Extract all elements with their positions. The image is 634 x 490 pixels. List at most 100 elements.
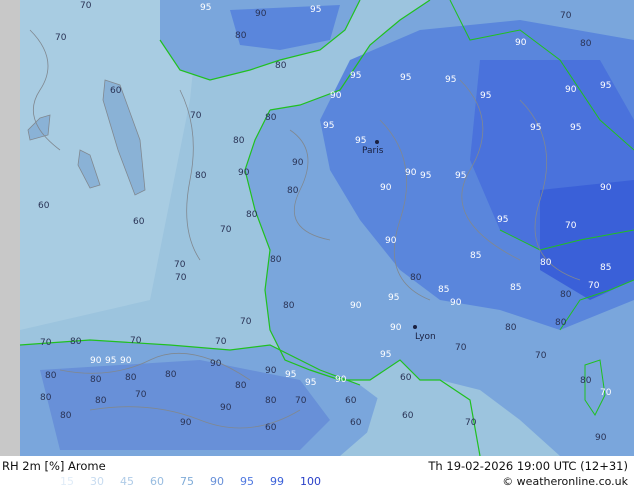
contour-label: 70: [80, 1, 92, 11]
contour-label: 70: [240, 317, 252, 327]
contour-label: 95: [380, 350, 391, 360]
contour-label: 80: [70, 337, 82, 347]
contour-label: 90: [220, 403, 232, 413]
contour-label: 80: [165, 370, 177, 380]
contour-label: 80: [95, 396, 107, 406]
contour-label: 80: [45, 371, 57, 381]
contour-label: 70: [55, 33, 67, 43]
contour-label: 70: [220, 225, 232, 235]
contour-label: 95: [305, 378, 316, 388]
contour-label: 85: [470, 251, 481, 261]
contour-label: 70: [535, 351, 547, 361]
legend-item: 100: [300, 475, 321, 488]
color-legend: 15 30 45 60 75 90 95 99 100: [60, 475, 330, 488]
contour-label: 60: [400, 373, 412, 383]
contour-label: 90: [330, 91, 342, 101]
contour-label: 80: [235, 31, 247, 41]
contour-label: 80: [60, 411, 72, 421]
contour-label: 60: [38, 201, 50, 211]
contour-label: 80: [246, 210, 258, 220]
contour-label: 60: [265, 423, 277, 433]
contour-label: 80: [195, 171, 207, 181]
contour-label: 85: [438, 285, 449, 295]
source-credit: © weatheronline.co.uk: [502, 475, 628, 488]
contour-label: 60: [402, 411, 414, 421]
contour-label: 70: [175, 273, 187, 283]
contour-label: 70: [295, 396, 307, 406]
contour-label: 80: [125, 373, 137, 383]
contour-label: 70: [560, 11, 572, 21]
contour-label: 95: [323, 121, 334, 131]
contour-label: 90: [180, 418, 192, 428]
contour-label: 90: [120, 356, 132, 366]
map-canvas: Paris Lyon 70 60 60 60 70 70 70 70 70 95…: [0, 0, 634, 456]
contour-label: 95: [497, 215, 508, 225]
contour-label: 90: [335, 375, 347, 385]
contour-label: 90: [565, 85, 577, 95]
contour-label: 95: [445, 75, 456, 85]
contour-label: 60: [133, 217, 145, 227]
contour-label: 70: [588, 281, 600, 291]
contour-label: 85: [600, 263, 611, 273]
map-footer: RH 2m [%] Arome Th 19-02-2026 19:00 UTC …: [0, 456, 634, 490]
contour-label: 80: [540, 258, 552, 268]
contour-label: 90: [265, 366, 277, 376]
contour-label: 80: [275, 61, 287, 71]
contour-label: 95: [530, 123, 541, 133]
legend-item: 95: [240, 475, 254, 488]
contour-label: 95: [355, 136, 366, 146]
legend-item: 90: [210, 475, 224, 488]
contour-label: 80: [505, 323, 517, 333]
paris-label: Paris: [362, 146, 384, 156]
contour-label: 90: [350, 301, 362, 311]
contour-label: 80: [555, 318, 567, 328]
contour-label: 70: [215, 337, 227, 347]
contour-label: 70: [565, 221, 577, 231]
contour-label: 80: [580, 376, 592, 386]
contour-label: 90: [595, 433, 607, 443]
contour-label: 80: [40, 393, 52, 403]
contour-label: 90: [292, 158, 304, 168]
contour-label: 80: [265, 113, 277, 123]
contour-label: 95: [105, 356, 116, 366]
contour-label: 70: [174, 260, 186, 270]
legend-item: 45: [120, 475, 134, 488]
contour-label: 80: [410, 273, 422, 283]
contour-label: 90: [90, 356, 102, 366]
contour-label: 90: [380, 183, 392, 193]
contour-label: 90: [515, 38, 527, 48]
contour-label: 80: [90, 375, 102, 385]
legend-item: 99: [270, 475, 284, 488]
contour-label: 95: [350, 71, 361, 81]
contour-label: 70: [190, 111, 202, 121]
contour-label: 80: [270, 255, 282, 265]
lyon-label: Lyon: [415, 332, 436, 342]
contour-label: 95: [600, 81, 611, 91]
contour-label: 80: [265, 396, 277, 406]
legend-item: 30: [90, 475, 104, 488]
contour-label: 70: [465, 418, 477, 428]
legend-item: 60: [150, 475, 164, 488]
valid-datetime: Th 19-02-2026 19:00 UTC (12+31): [428, 459, 628, 473]
contour-label: 90: [390, 323, 402, 333]
contour-label: 80: [287, 186, 299, 196]
contour-label: 70: [455, 343, 467, 353]
contour-label: 70: [40, 338, 52, 348]
contour-label: 90: [210, 359, 222, 369]
legend-item: 15: [60, 475, 74, 488]
contour-label: 95: [310, 5, 321, 15]
contour-label: 60: [345, 396, 357, 406]
lyon-marker: [413, 325, 417, 329]
contour-label: 80: [283, 301, 295, 311]
contour-label: 60: [350, 418, 362, 428]
contour-label: 90: [600, 183, 612, 193]
contour-label: 70: [600, 388, 612, 398]
contour-label: 80: [235, 381, 247, 391]
contour-label: 90: [450, 298, 462, 308]
contour-label: 70: [130, 336, 142, 346]
contour-label: 90: [385, 236, 397, 246]
contour-label: 95: [285, 370, 296, 380]
contour-label: 95: [400, 73, 411, 83]
contour-label: 80: [233, 136, 245, 146]
contour-label: 70: [135, 390, 147, 400]
